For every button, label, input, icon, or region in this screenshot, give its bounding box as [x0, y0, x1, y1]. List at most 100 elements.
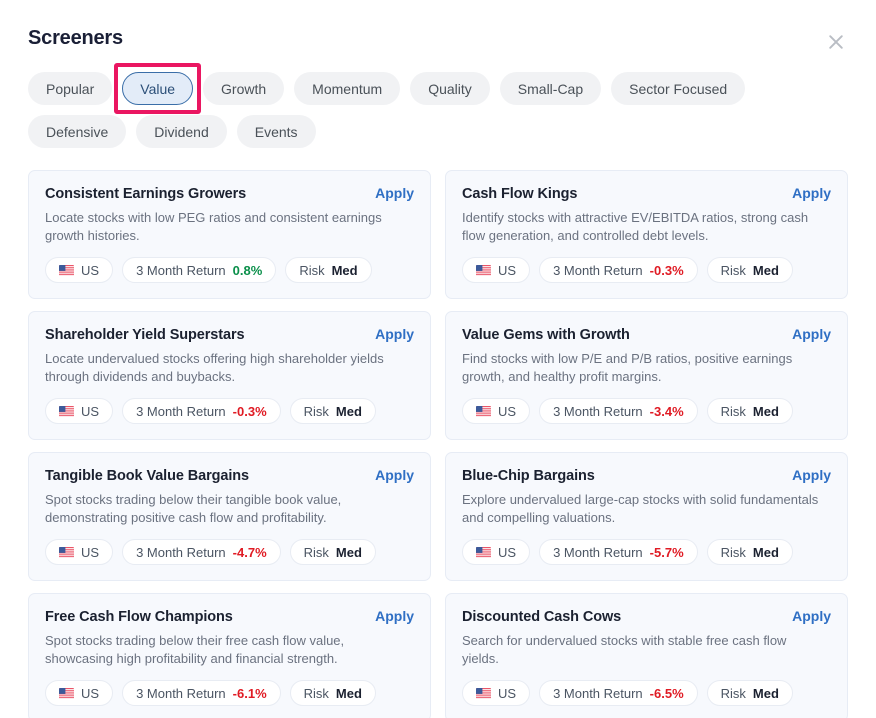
- screener-card[interactable]: Free Cash Flow Champions Apply Spot stocks…: [28, 593, 431, 718]
- apply-button[interactable]: Apply: [375, 467, 414, 483]
- card-title: Consistent Earnings Growers: [45, 186, 247, 202]
- region-badge: US: [45, 257, 114, 283]
- risk-value: Med: [752, 544, 779, 560]
- region-label: US: [498, 685, 517, 701]
- us-flag-icon: [476, 687, 491, 699]
- risk-badge: Risk Med: [289, 680, 376, 706]
- us-flag-icon: [59, 405, 74, 417]
- screener-card[interactable]: Shareholder Yield Superstars Apply Locate …: [28, 311, 431, 440]
- card-badge-row: US 3 Month Return -4.7% Risk Med: [45, 539, 414, 565]
- three-month-return-badge: 3 Month Return -0.3%: [122, 398, 281, 424]
- card-title: Blue-Chip Bargains: [462, 468, 595, 484]
- apply-button[interactable]: Apply: [792, 326, 831, 342]
- tab-value[interactable]: Value: [114, 63, 201, 114]
- card-title: Free Cash Flow Champions: [45, 609, 233, 625]
- return-label: 3 Month Return: [553, 262, 643, 278]
- return-label: 3 Month Return: [553, 403, 643, 419]
- region-badge: US: [45, 539, 114, 565]
- risk-label: Risk: [303, 403, 329, 419]
- apply-button[interactable]: Apply: [375, 326, 414, 342]
- risk-badge: Risk Med: [285, 257, 372, 283]
- risk-label: Risk: [303, 685, 329, 701]
- apply-button[interactable]: Apply: [792, 185, 831, 201]
- return-value: -3.4%: [649, 403, 684, 419]
- card-badge-row: US 3 Month Return -5.7% Risk Med: [462, 539, 831, 565]
- tab-defensive[interactable]: Defensive: [28, 115, 127, 148]
- apply-button[interactable]: Apply: [375, 608, 414, 624]
- us-flag-icon: [59, 546, 74, 558]
- return-label: 3 Month Return: [553, 544, 643, 560]
- card-badge-row: US 3 Month Return -6.5% Risk Med: [462, 680, 831, 706]
- tab-sector-focused[interactable]: Sector Focused: [611, 72, 746, 105]
- close-icon[interactable]: [824, 30, 848, 54]
- three-month-return-badge: 3 Month Return 0.8%: [122, 257, 277, 283]
- card-title: Value Gems with Growth: [462, 327, 630, 343]
- region-badge: US: [45, 398, 114, 424]
- card-badge-row: US 3 Month Return -0.3% Risk Med: [462, 257, 831, 283]
- us-flag-icon: [476, 546, 491, 558]
- return-value: -0.3%: [232, 403, 267, 419]
- card-badge-row: US 3 Month Return -0.3% Risk Med: [45, 398, 414, 424]
- risk-value: Med: [331, 262, 358, 278]
- screener-card[interactable]: Value Gems with Growth Apply Find stocks w…: [445, 311, 848, 440]
- screener-card[interactable]: Blue-Chip Bargains Apply Explore undervalu…: [445, 452, 848, 581]
- return-value: -5.7%: [649, 544, 684, 560]
- card-header: Consistent Earnings Growers Apply: [45, 185, 414, 203]
- return-label: 3 Month Return: [136, 685, 226, 701]
- screeners-modal: Screeners Popular Value Growth Momentum Qual…: [0, 0, 876, 718]
- region-badge: US: [462, 680, 531, 706]
- three-month-return-badge: 3 Month Return -6.1%: [122, 680, 281, 706]
- screener-card[interactable]: Discounted Cash Cows Apply Search for unde…: [445, 593, 848, 718]
- tab-growth[interactable]: Growth: [203, 72, 285, 105]
- region-label: US: [498, 544, 517, 560]
- three-month-return-badge: 3 Month Return -4.7%: [122, 539, 281, 565]
- risk-label: Risk: [720, 685, 746, 701]
- region-label: US: [81, 685, 100, 701]
- risk-badge: Risk Med: [706, 680, 793, 706]
- risk-badge: Risk Med: [289, 398, 376, 424]
- risk-badge: Risk Med: [706, 398, 793, 424]
- screener-card[interactable]: Consistent Earnings Growers Apply Locate s…: [28, 170, 431, 299]
- return-value: -4.7%: [232, 544, 267, 560]
- return-label: 3 Month Return: [136, 262, 226, 278]
- return-value: 0.8%: [232, 262, 263, 278]
- tab-momentum[interactable]: Momentum: [294, 72, 401, 105]
- apply-button[interactable]: Apply: [792, 608, 831, 624]
- region-badge: US: [45, 680, 114, 706]
- three-month-return-badge: 3 Month Return -0.3%: [539, 257, 698, 283]
- card-description: Spot stocks trading below their tangible…: [45, 492, 342, 525]
- tab-dividend[interactable]: Dividend: [136, 115, 227, 148]
- us-flag-icon: [476, 264, 491, 276]
- card-header: Cash Flow Kings Apply: [462, 185, 831, 203]
- three-month-return-badge: 3 Month Return -3.4%: [539, 398, 698, 424]
- tab-events[interactable]: Events: [236, 115, 316, 148]
- card-badge-row: US 3 Month Return -3.4% Risk Med: [462, 398, 831, 424]
- us-flag-icon: [476, 405, 491, 417]
- region-badge: US: [462, 398, 531, 424]
- modal-header: Screeners: [0, 0, 876, 60]
- card-description: Locate stocks with low PEG ratios and co…: [45, 210, 382, 243]
- screener-card[interactable]: Cash Flow Kings Apply Identify stocks with…: [445, 170, 848, 299]
- return-label: 3 Month Return: [136, 403, 226, 419]
- card-header: Value Gems with Growth Apply: [462, 326, 831, 344]
- screener-card[interactable]: Tangible Book Value Bargains Apply Spot st…: [28, 452, 431, 581]
- risk-label: Risk: [720, 403, 746, 419]
- risk-badge: Risk Med: [706, 257, 793, 283]
- us-flag-icon: [59, 264, 74, 276]
- return-label: 3 Month Return: [136, 544, 226, 560]
- apply-button[interactable]: Apply: [792, 467, 831, 483]
- risk-label: Risk: [303, 544, 329, 560]
- region-label: US: [81, 403, 100, 419]
- tab-quality[interactable]: Quality: [410, 72, 490, 105]
- card-header: Blue-Chip Bargains Apply: [462, 467, 831, 485]
- tab-popular[interactable]: Popular: [28, 72, 113, 105]
- apply-button[interactable]: Apply: [375, 185, 414, 201]
- region-label: US: [498, 403, 517, 419]
- region-badge: US: [462, 257, 531, 283]
- tab-small-cap[interactable]: Small-Cap: [499, 72, 602, 105]
- risk-value: Med: [752, 262, 779, 278]
- card-description: Identify stocks with attractive EV/EBITD…: [462, 210, 809, 243]
- return-value: -6.1%: [232, 685, 267, 701]
- three-month-return-badge: 3 Month Return -5.7%: [539, 539, 698, 565]
- region-badge: US: [462, 539, 531, 565]
